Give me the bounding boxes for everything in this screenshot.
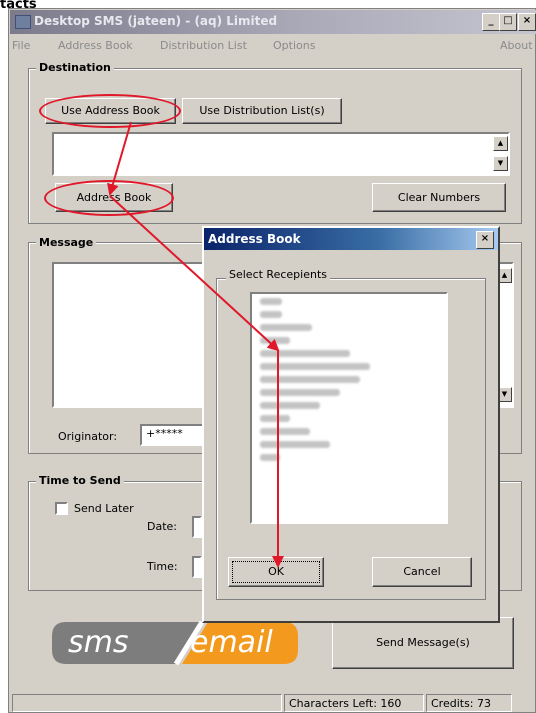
annotation-arrows: [107, 121, 284, 568]
